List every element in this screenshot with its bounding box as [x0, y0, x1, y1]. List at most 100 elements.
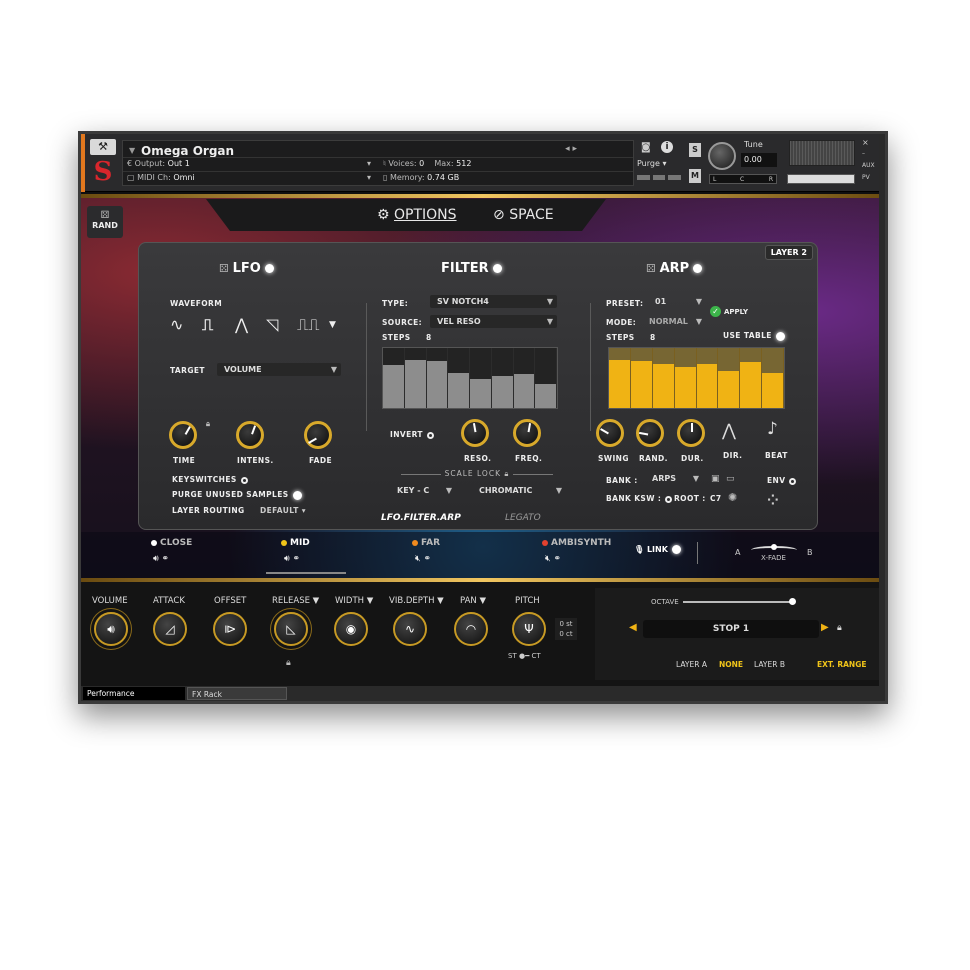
midi-row[interactable]: ▢ MIDI Ch: Omni — [127, 173, 195, 182]
mode-dropdown[interactable]: NORMAL ▼ — [642, 315, 706, 328]
note-icon[interactable]: ♪ — [767, 419, 778, 439]
release-knob[interactable]: ◺ — [274, 612, 308, 646]
square-wave-icon[interactable]: ⎍ — [202, 315, 213, 335]
apply-button[interactable]: ✓ APPLY — [710, 306, 748, 317]
solo-button[interactable]: S — [689, 143, 701, 157]
purge-row[interactable]: PURGE UNUSED SAMPLES — [172, 490, 302, 500]
scrollbar[interactable] — [879, 134, 885, 701]
tune-knob[interactable] — [708, 142, 736, 170]
filter-steps-value[interactable]: 8 — [426, 333, 432, 342]
filter-power-toggle[interactable] — [492, 264, 502, 273]
purge-dropdown[interactable]: Purge ▾ — [637, 159, 666, 168]
rand-button[interactable]: ⚄ RAND — [87, 206, 123, 238]
lfo-power-toggle[interactable] — [264, 264, 274, 273]
mute-button[interactable]: M — [689, 169, 701, 183]
tab-lfo-filter-arp[interactable]: LFO.FILTER.ARP — [381, 513, 461, 523]
filter-step[interactable] — [491, 348, 514, 408]
stop-selector[interactable]: STOP 1 — [643, 620, 819, 638]
close-icon[interactable]: × — [862, 138, 869, 147]
invert-row[interactable]: INVERT — [390, 430, 434, 439]
intensity-knob[interactable] — [236, 421, 264, 449]
dice-icon[interactable]: ⚄ — [219, 262, 229, 275]
filter-step[interactable] — [426, 348, 449, 408]
arp-steps-value[interactable]: 8 — [650, 333, 656, 342]
filter-step[interactable] — [383, 348, 405, 408]
filter-source-dropdown[interactable]: VEL RESO ▼ — [430, 315, 557, 328]
arp-power-toggle[interactable] — [693, 264, 703, 273]
minimize-icon[interactable]: – — [862, 150, 865, 157]
volume-slider[interactable] — [787, 174, 855, 184]
arp-step[interactable] — [696, 348, 719, 408]
layer-mid[interactable]: MID — [281, 538, 310, 548]
next-stop-arrow-icon[interactable]: ▶ — [821, 622, 829, 633]
arp-step[interactable] — [652, 348, 675, 408]
xfade-handle[interactable] — [771, 544, 777, 550]
layer-far[interactable]: FAR — [412, 538, 440, 548]
dice-icon[interactable]: ⚄ — [646, 262, 656, 275]
octave-slider-track[interactable] — [683, 601, 795, 603]
lock-icon[interactable]: 🔒︎ — [504, 469, 509, 478]
keyswitches-row[interactable]: KEYSWITCHES — [172, 475, 248, 484]
tab-space[interactable]: ⊘ SPACE — [493, 207, 554, 223]
use-table-toggle[interactable] — [775, 331, 785, 341]
info-icon[interactable]: i — [661, 141, 673, 153]
link-toggle[interactable] — [671, 545, 681, 554]
pv-button[interactable]: PV — [862, 174, 870, 181]
arp-step[interactable] — [762, 348, 784, 408]
tab-fx-rack[interactable]: FX Rack — [187, 687, 287, 700]
filter-step[interactable] — [470, 348, 492, 408]
midi-dropdown-icon[interactable]: ▾ — [367, 173, 371, 182]
arp-step[interactable] — [740, 348, 763, 408]
save-icon[interactable]: ▣ — [711, 474, 720, 484]
volume-knob[interactable]: 🔊︎ — [94, 612, 128, 646]
filter-step[interactable] — [404, 348, 427, 408]
arp-step-sequencer[interactable] — [608, 347, 785, 409]
env-toggle[interactable] — [789, 477, 797, 485]
env-dial-icon[interactable]: ⁘ — [767, 493, 779, 509]
octave-slider-handle[interactable] — [789, 598, 796, 605]
arp-step[interactable] — [630, 348, 653, 408]
instrument-name[interactable]: Omega Organ — [141, 144, 234, 158]
folder-icon[interactable]: ▭ — [726, 474, 735, 484]
layer-routing-dropdown[interactable]: DEFAULT ▾ — [260, 506, 306, 515]
tune-value[interactable]: 0.00 — [741, 153, 777, 167]
bank-dropdown[interactable]: ARPS ▼ — [645, 472, 703, 485]
layer-badge[interactable]: LAYER 2 — [764, 245, 813, 260]
layer-a-value[interactable]: NONE — [719, 660, 743, 669]
lock-icon[interactable]: 🔒︎ — [837, 623, 842, 633]
wrench-icon[interactable]: ⚒ — [90, 139, 116, 155]
prev-stop-arrow-icon[interactable]: ◀ — [629, 622, 637, 633]
pan-slider[interactable]: L C R — [709, 174, 777, 184]
bank-ksw-toggle[interactable] — [665, 495, 673, 503]
scale-dropdown[interactable]: CHROMATIC ▼ — [472, 484, 566, 497]
lock-icon[interactable]: 🔒︎ — [286, 658, 291, 668]
output-dropdown-icon[interactable]: ▾ — [367, 159, 371, 168]
vib-depth-knob[interactable]: ∿ — [393, 612, 427, 646]
root-value[interactable]: C7 — [710, 494, 722, 503]
layer-close[interactable]: CLOSE — [151, 538, 192, 548]
freq-knob[interactable] — [513, 419, 541, 447]
output-row[interactable]: € Output: Out 1 — [127, 159, 190, 168]
layer-mid-controls[interactable]: 🔊︎ ⚭ — [284, 554, 300, 564]
ext-range-button[interactable]: EXT. RANGE — [817, 660, 866, 669]
key-dropdown[interactable]: KEY - C ▼ — [390, 484, 456, 497]
arp-step[interactable] — [674, 348, 697, 408]
preset-dropdown[interactable]: 01 ▼ — [648, 295, 706, 308]
rand-knob[interactable] — [636, 419, 664, 447]
arp-step[interactable] — [609, 348, 631, 408]
width-knob[interactable]: ◉ — [334, 612, 368, 646]
target-dropdown[interactable]: VOLUME ▼ — [217, 363, 341, 376]
purge-unused-toggle[interactable] — [292, 490, 302, 500]
piano-keys-icon[interactable]: ✺ — [728, 491, 738, 504]
invert-toggle[interactable] — [426, 431, 434, 439]
pan-knob[interactable]: ◠ — [454, 612, 488, 646]
lock-icon[interactable]: 🔒︎ — [206, 419, 210, 429]
layer-ambisynth[interactable]: AMBISYNTH — [542, 538, 611, 548]
layer-ambisynth-controls[interactable]: 🔇︎ ⚭ — [545, 554, 561, 564]
instrument-nav-arrows[interactable]: ◂ ▸ — [565, 144, 577, 154]
triangle-wave-icon[interactable]: ⋀ — [235, 315, 248, 334]
swing-knob[interactable] — [596, 419, 624, 447]
wave-dropdown-icon[interactable]: ▼ — [329, 320, 336, 330]
collapse-arrow-icon[interactable]: ▼ — [129, 146, 135, 155]
sine-wave-icon[interactable]: ∿ — [170, 315, 183, 334]
